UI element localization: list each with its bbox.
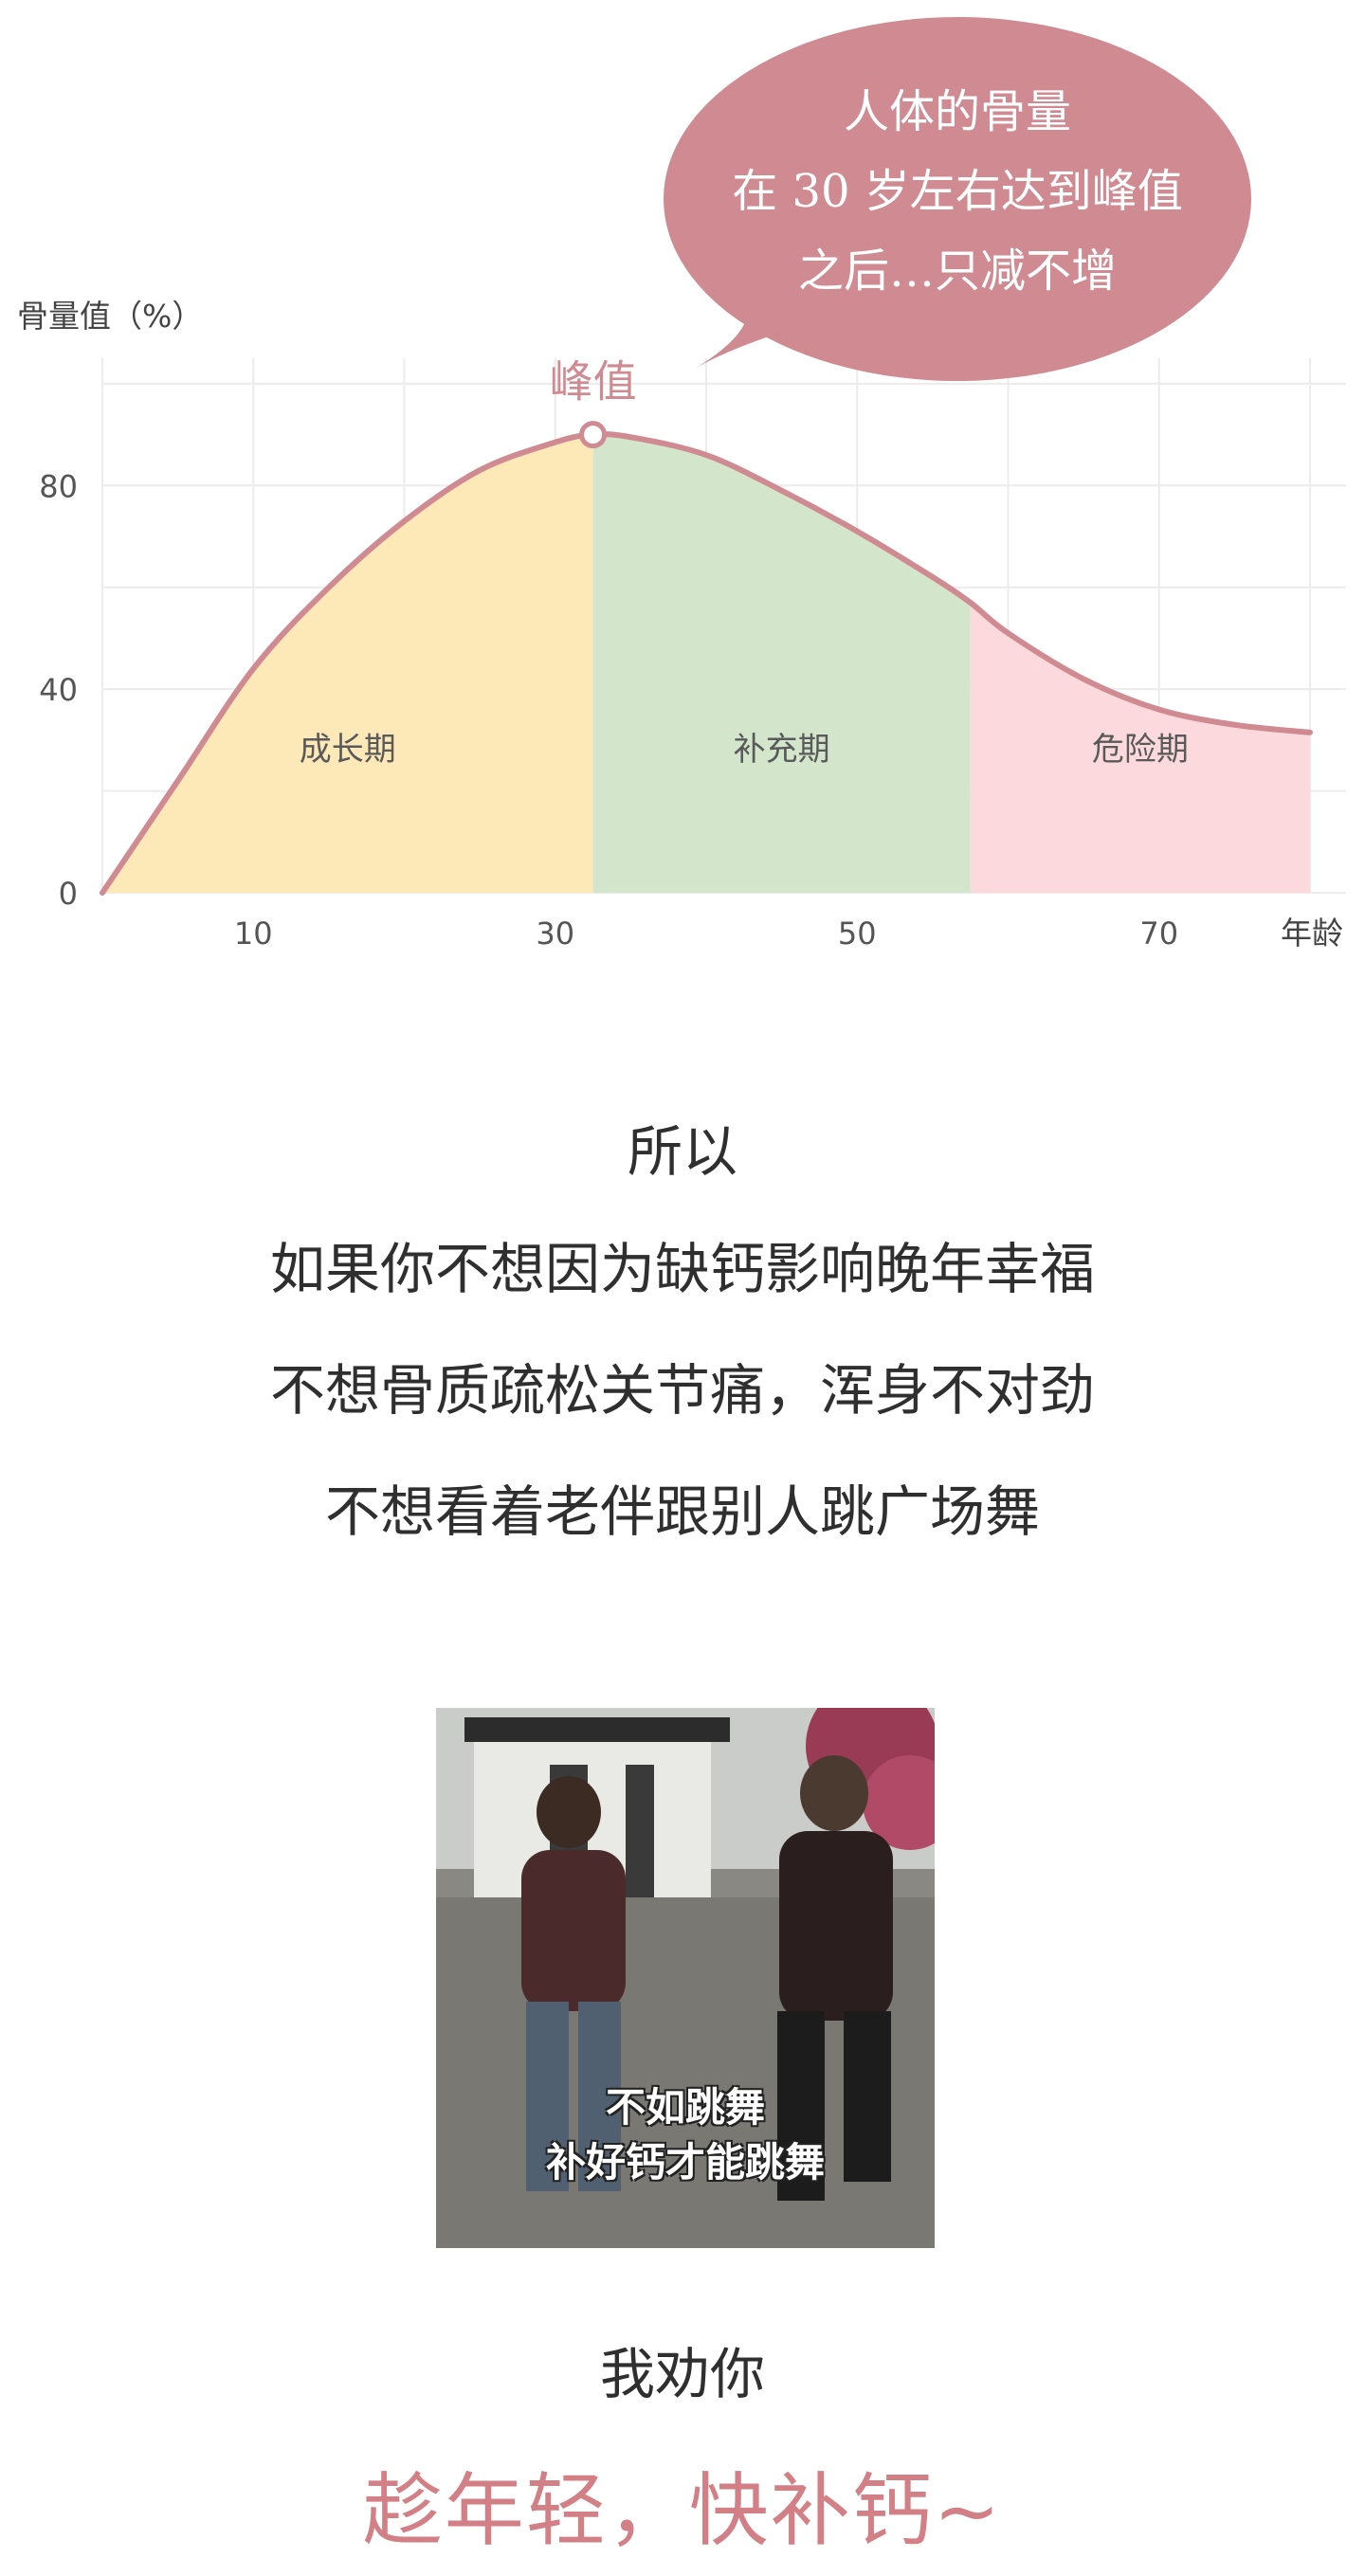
- callout-line-2: 在 30 岁左右达到峰值: [732, 165, 1183, 218]
- x-tick-label: 70: [1139, 916, 1178, 952]
- peak-point: [579, 421, 608, 449]
- x-tick-label: 30: [536, 916, 574, 952]
- region-label-3: 危险期: [1092, 731, 1189, 769]
- region-label-2: 补充期: [734, 731, 830, 769]
- callout-line-1: 人体的骨量: [844, 85, 1071, 138]
- text-line-happiness: 如果你不想因为缺钙影响晚年幸福: [269, 1237, 1095, 1301]
- y-tick-label: 80: [39, 468, 78, 504]
- text-line-slogan: 趁年轻，快补钙~: [362, 2464, 1003, 2557]
- dancing-meme-image: 不如跳舞 补好钙才能跳舞: [436, 1708, 935, 2248]
- meme-caption-1: 不如跳舞: [605, 2084, 765, 2131]
- text-line-square-dance: 不想看着老伴跟别人跳广场舞: [324, 1479, 1040, 1544]
- callout-line-3: 之后…只减不增: [798, 245, 1117, 298]
- y-tick-label: 40: [39, 672, 78, 708]
- meme-caption-2: 补好钙才能跳舞: [545, 2139, 825, 2186]
- y-axis-label: 骨量值（%）: [17, 298, 203, 335]
- callout-bubble: 人体的骨量 在 30 岁左右达到峰值 之后…只减不增: [664, 17, 1251, 381]
- region-label-1: 成长期: [300, 731, 396, 769]
- x-tick-label: 10: [234, 916, 273, 952]
- x-axis-label: 年龄: [1281, 915, 1343, 952]
- text-line-so: 所以: [627, 1119, 737, 1184]
- text-line-osteoporosis: 不想骨质疏松关节痛，浑身不对劲: [269, 1358, 1095, 1423]
- bone-mass-chart: 成长期 补充期 危险期 峰值 0 40 80 10 30 50 70 骨量值（%） 年龄 人体的…: [17, 17, 1346, 952]
- text-line-advise: 我劝你: [599, 2342, 765, 2406]
- peak-label: 峰值: [550, 356, 637, 408]
- y-tick-label: 0: [59, 876, 78, 912]
- x-tick-label: 50: [838, 916, 877, 952]
- chart-regions: 成长期 补充期 危险期: [102, 434, 1310, 893]
